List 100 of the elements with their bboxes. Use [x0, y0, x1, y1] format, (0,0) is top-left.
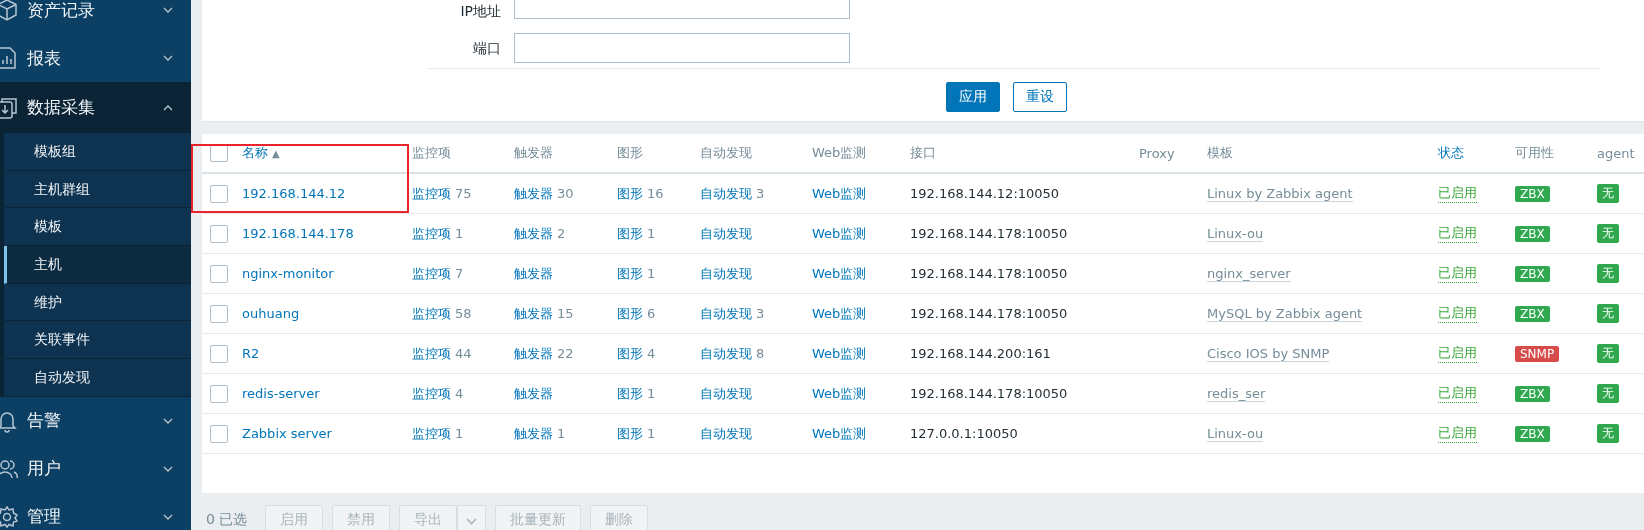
input-field[interactable]	[514, 33, 850, 63]
table-link[interactable]: Web监测	[812, 424, 867, 443]
column-header: Web监测	[812, 144, 867, 162]
template-link[interactable]: MySQL by Zabbix agent	[1207, 305, 1363, 322]
status-link[interactable]: 已启用	[1438, 184, 1477, 203]
template-link[interactable]: redis_ser	[1207, 385, 1266, 402]
table-link[interactable]: 触发器	[514, 224, 553, 243]
table-link[interactable]: 触发器	[514, 264, 553, 283]
checkbox[interactable]	[210, 184, 228, 203]
checkbox[interactable]	[210, 304, 228, 323]
table-link[interactable]: 触发器	[514, 304, 553, 323]
status-link[interactable]: 已启用	[1438, 384, 1477, 403]
checkbox[interactable]	[210, 384, 228, 403]
table-link[interactable]: 图形	[617, 384, 643, 403]
table-link[interactable]: 自动发现	[700, 304, 752, 323]
sidebar-subitem[interactable]: 模板	[4, 208, 191, 247]
host-link[interactable]: R2	[242, 346, 260, 361]
checkbox[interactable]	[210, 424, 228, 443]
sidebar-item[interactable]: 报表	[0, 34, 191, 82]
count-text: 1	[647, 266, 656, 281]
sidebar-subitem[interactable]: 关联事件	[4, 321, 191, 360]
table-link[interactable]: 图形	[617, 184, 643, 203]
sidebar-item[interactable]: 告警	[0, 396, 191, 445]
column-header[interactable]: 状态	[1438, 144, 1464, 162]
sidebar-item[interactable]: 管理	[0, 492, 191, 530]
column-header[interactable]: 名称	[242, 144, 268, 162]
interface-text: 192.168.144.12:10050	[910, 186, 1060, 201]
interface-text: 192.168.144.178:10050	[910, 386, 1068, 401]
table-link[interactable]: Web监测	[812, 344, 867, 363]
table-link[interactable]: 触发器	[514, 344, 553, 363]
host-link[interactable]: nginx-monitor	[242, 266, 334, 281]
status-link[interactable]: 已启用	[1438, 424, 1477, 443]
host-link[interactable]: Zabbix server	[242, 426, 332, 441]
host-link[interactable]: 192.168.144.12	[242, 186, 346, 201]
table-link[interactable]: Web监测	[812, 384, 867, 403]
status-link[interactable]: 已启用	[1438, 264, 1477, 283]
table-link[interactable]: 图形	[617, 224, 643, 243]
count-text: 1	[455, 226, 464, 241]
table-link[interactable]: 触发器	[514, 424, 553, 443]
status-link[interactable]: 已启用	[1438, 224, 1477, 243]
count-text: 8	[756, 346, 765, 361]
checkbox[interactable]	[210, 224, 228, 243]
interface-text: 192.168.144.178:10050	[910, 306, 1068, 321]
table-link[interactable]: 自动发现	[700, 384, 752, 403]
checkbox[interactable]	[210, 264, 228, 283]
count-text: 1	[647, 426, 656, 441]
table-link[interactable]: 自动发现	[700, 264, 752, 283]
table-link[interactable]: 触发器	[514, 384, 553, 403]
table-link[interactable]: Web监测	[812, 184, 867, 203]
sidebar-subitem[interactable]: 自动发现	[4, 359, 191, 397]
interface-text: 192.168.144.178:10050	[910, 226, 1068, 241]
encryption-tag: 无	[1597, 184, 1619, 203]
table-link[interactable]: 监控项	[412, 224, 451, 243]
chevron-icon	[163, 417, 173, 424]
table-link[interactable]: 图形	[617, 264, 643, 283]
status-link[interactable]: 已启用	[1438, 344, 1477, 363]
table-link[interactable]: Web监测	[812, 224, 867, 243]
checkbox[interactable]	[210, 344, 228, 363]
reset-button[interactable]: 重设	[1013, 82, 1067, 112]
host-link[interactable]: redis-server	[242, 386, 320, 401]
chevron-icon	[163, 104, 173, 111]
column-header: 自动发现	[700, 144, 752, 162]
table-link[interactable]: Web监测	[812, 264, 867, 283]
table-link[interactable]: 监控项	[412, 184, 451, 203]
table-link[interactable]: 自动发现	[700, 424, 752, 443]
sidebar-subitem[interactable]: 主机	[4, 246, 191, 284]
template-link[interactable]: Linux-ou	[1207, 425, 1264, 442]
table-link[interactable]: 图形	[617, 304, 643, 323]
table-link[interactable]: 自动发现	[700, 224, 752, 243]
table-link[interactable]: Web监测	[812, 304, 867, 323]
host-link[interactable]: 192.168.144.178	[242, 226, 354, 241]
template-link[interactable]: Linux-ou	[1207, 225, 1264, 242]
template-link[interactable]: Linux by Zabbix agent	[1207, 185, 1353, 202]
apply-button[interactable]: 应用	[946, 82, 1000, 112]
table-link[interactable]: 自动发现	[700, 184, 752, 203]
status-link[interactable]: 已启用	[1438, 304, 1477, 323]
host-link[interactable]: ouhuang	[242, 306, 300, 321]
sidebar-item[interactable]: 用户	[0, 444, 191, 493]
table-link[interactable]: 图形	[617, 344, 643, 363]
table-link[interactable]: 监控项	[412, 384, 451, 403]
chevron-icon	[163, 513, 173, 520]
template-link[interactable]: nginx_server	[1207, 265, 1291, 282]
sidebar-subitem[interactable]: 模板组	[4, 133, 191, 171]
column-header: 接口	[910, 144, 936, 162]
sidebar-item[interactable]: 资产记录	[0, 0, 191, 34]
cube-icon	[0, 0, 18, 22]
sidebar-subitem[interactable]: 维护	[4, 283, 191, 322]
table-link[interactable]: 监控项	[412, 424, 451, 443]
sidebar-item[interactable]: 数据采集	[0, 82, 191, 133]
template-link[interactable]: Cisco IOS by SNMP	[1207, 345, 1330, 362]
table-link[interactable]: 监控项	[412, 264, 451, 283]
count-text: 3	[756, 186, 765, 201]
table-link[interactable]: 触发器	[514, 184, 553, 203]
table-link[interactable]: 监控项	[412, 344, 451, 363]
table-link[interactable]: 图形	[617, 424, 643, 443]
count-text: 75	[455, 186, 472, 201]
chevron-icon	[163, 465, 173, 472]
sidebar-subitem[interactable]: 主机群组	[4, 170, 191, 209]
table-link[interactable]: 监控项	[412, 304, 451, 323]
table-link[interactable]: 自动发现	[700, 344, 752, 363]
